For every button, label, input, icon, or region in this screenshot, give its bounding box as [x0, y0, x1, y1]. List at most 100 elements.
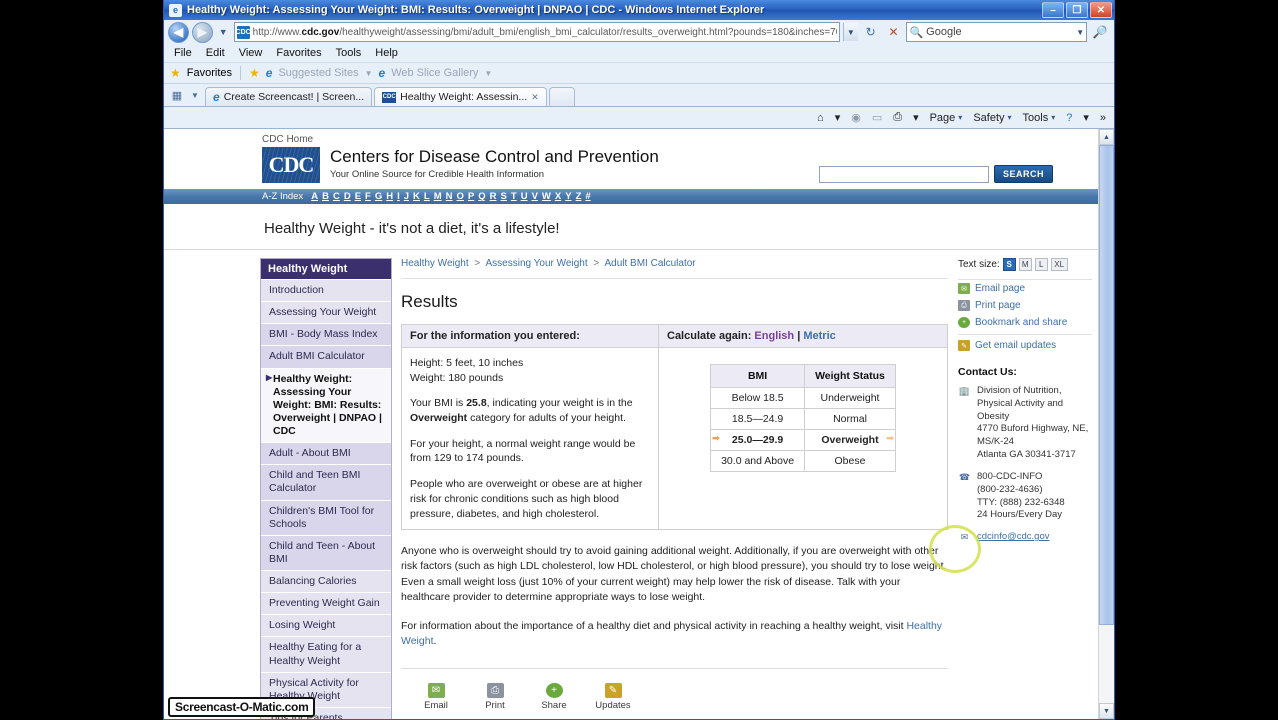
cdc-search-input[interactable] — [818, 165, 989, 183]
history-dropdown-icon[interactable]: ▼ — [216, 27, 231, 37]
stop-icon[interactable]: ✕ — [884, 22, 904, 42]
tab-screencast[interactable]: e Create Screencast! | Screen... — [205, 87, 373, 106]
menu-view[interactable]: View — [239, 47, 263, 59]
link-english[interactable]: English — [754, 330, 794, 342]
quick-tabs-icon[interactable]: ▦ — [169, 87, 185, 103]
scroll-track[interactable] — [1099, 145, 1114, 703]
sidebar-item-bmi-body-mass-index[interactable]: BMI - Body Mass Index — [261, 323, 391, 346]
feeds-icon[interactable]: ◉ — [847, 111, 865, 124]
tab-healthy-weight[interactable]: CDC Healthy Weight: Assessin... ✕ — [374, 87, 547, 106]
sidebar-item-losing-weight[interactable]: Losing Weight — [261, 614, 391, 637]
az-letter-s[interactable]: S — [501, 191, 507, 202]
sidebar-item-healthy-eating-for-a-healthy-weight[interactable]: Healthy Eating for a Healthy Weight — [261, 636, 391, 672]
add-favorite-icon[interactable]: ★ — [249, 66, 260, 80]
scroll-down-button[interactable]: ▼ — [1099, 703, 1114, 719]
az-letter-e[interactable]: E — [355, 191, 361, 202]
command-page[interactable]: Page ▾ — [926, 112, 967, 124]
search-dropdown-icon[interactable]: ▼ — [1076, 28, 1084, 37]
share-email[interactable]: ✉ Email — [415, 682, 457, 711]
suggested-sites-link[interactable]: Suggested Sites — [278, 67, 358, 79]
cdc-home-link[interactable]: CDC Home — [262, 134, 1098, 145]
az-letter-b[interactable]: B — [322, 191, 329, 202]
url-input[interactable]: CDC http://www.cdc.gov/healthyweight/ass… — [233, 22, 840, 42]
az-letter-h[interactable]: H — [386, 191, 393, 202]
sidebar-item-introduction[interactable]: Introduction — [261, 279, 391, 302]
az-letter-n[interactable]: N — [446, 191, 453, 202]
az-letter-z[interactable]: Z — [576, 191, 582, 202]
menu-edit[interactable]: Edit — [206, 47, 225, 59]
menu-favorites[interactable]: Favorites — [276, 47, 321, 59]
az-letter-r[interactable]: R — [490, 191, 497, 202]
sidebar-item-assessing-your-weight[interactable]: Assessing Your Weight — [261, 301, 391, 324]
tab-list-icon[interactable]: ▼ — [187, 87, 203, 103]
az-letter-f[interactable]: F — [365, 191, 371, 202]
az-letter-l[interactable]: L — [424, 191, 430, 202]
cdc-logo[interactable]: CDC — [262, 147, 320, 183]
breadcrumb-link-1[interactable]: Healthy Weight — [401, 258, 469, 269]
az-letter-v[interactable]: V — [532, 191, 538, 202]
email-updates-link[interactable]: ✎ Get email updates — [958, 334, 1092, 354]
az-letter-j[interactable]: J — [404, 191, 409, 202]
az-letter-o[interactable]: O — [457, 191, 464, 202]
page-scrollbar[interactable]: ▲ ▼ — [1098, 129, 1114, 719]
new-tab-button[interactable] — [548, 87, 575, 106]
text-size-xl[interactable]: XL — [1050, 258, 1068, 271]
sidebar-item-healthy-weight-assessing-your-weight-bmi[interactable]: ▶ Healthy Weight: Assessing Your Weight: … — [261, 367, 391, 443]
share-print[interactable]: ⎙ Print — [474, 682, 516, 711]
text-size-m[interactable]: M — [1018, 258, 1032, 271]
az-letter-t[interactable]: T — [511, 191, 517, 202]
share-share[interactable]: + Share — [533, 682, 575, 711]
sidebar-item-preventing-weight-gain[interactable]: Preventing Weight Gain — [261, 592, 391, 615]
print-page-link[interactable]: ⎙ Print page — [958, 297, 1092, 314]
close-button[interactable]: ✕ — [1090, 2, 1112, 18]
az-letter-c[interactable]: C — [333, 191, 340, 202]
sidebar-item-adult-about-bmi[interactable]: Adult - About BMI — [261, 442, 391, 465]
chevron-down-icon[interactable]: ▼ — [365, 69, 373, 78]
home-icon[interactable]: ⌂ — [813, 112, 828, 124]
sidebar-item-children-s-bmi-tool-for-schools[interactable]: Children's BMI Tool for Schools — [261, 499, 391, 535]
email-link[interactable]: cdcinfo@cdc.gov — [977, 531, 1049, 542]
read-mail-icon[interactable]: ▭ — [868, 111, 886, 124]
az-letter-#[interactable]: # — [585, 191, 590, 202]
print-dropdown-icon[interactable]: ▾ — [909, 111, 923, 124]
text-size-l[interactable]: L — [1034, 258, 1048, 271]
web-slice-gallery-link[interactable]: Web Slice Gallery — [391, 67, 478, 79]
az-letter-g[interactable]: G — [375, 191, 382, 202]
tab-close-icon[interactable]: ✕ — [531, 92, 539, 103]
az-letter-p[interactable]: P — [468, 191, 474, 202]
az-letter-w[interactable]: W — [542, 191, 551, 202]
home-dropdown-icon[interactable]: ▾ — [831, 111, 845, 124]
chevron-down-icon-2[interactable]: ▼ — [484, 69, 492, 78]
scroll-thumb[interactable] — [1099, 145, 1114, 625]
az-letter-a[interactable]: A — [311, 191, 318, 202]
overflow-icon[interactable]: » — [1096, 112, 1110, 124]
favorites-button[interactable]: Favorites — [187, 67, 232, 79]
maximize-button[interactable]: ❐ — [1066, 2, 1088, 18]
sidebar-item-balancing-calories[interactable]: Balancing Calories — [261, 570, 391, 593]
help-dropdown-icon[interactable]: ▾ — [1079, 111, 1093, 124]
email-page-link[interactable]: ✉ Email page — [958, 280, 1092, 297]
command-tools[interactable]: Tools ▾ — [1019, 112, 1060, 124]
browser-search-input[interactable]: 🔍 Google ▼ — [906, 22, 1088, 42]
az-letter-i[interactable]: I — [397, 191, 400, 202]
cdc-search-button[interactable]: SEARCH — [993, 165, 1053, 183]
menu-tools[interactable]: Tools — [336, 47, 362, 59]
az-letter-y[interactable]: Y — [565, 191, 571, 202]
az-letter-q[interactable]: Q — [478, 191, 485, 202]
breadcrumb-link-3[interactable]: Adult BMI Calculator — [604, 258, 695, 269]
az-letter-m[interactable]: M — [434, 191, 442, 202]
az-letter-d[interactable]: D — [344, 191, 351, 202]
bookmark-share-link[interactable]: + Bookmark and share — [958, 314, 1092, 331]
refresh-icon[interactable]: ↻ — [861, 22, 881, 42]
text-size-s[interactable]: S — [1002, 258, 1016, 271]
az-letter-u[interactable]: U — [521, 191, 528, 202]
print-icon[interactable]: ⎙ — [889, 111, 906, 124]
back-button[interactable]: ◀ — [168, 21, 189, 43]
share-updates[interactable]: ✎ Updates — [592, 682, 634, 711]
scroll-up-button[interactable]: ▲ — [1099, 129, 1114, 145]
help-icon[interactable]: ? — [1062, 112, 1076, 124]
minimize-button[interactable]: – — [1042, 2, 1064, 18]
az-letter-x[interactable]: X — [555, 191, 561, 202]
sidebar-item-child-and-teen-about-bmi[interactable]: Child and Teen - About BMI — [261, 534, 391, 570]
menu-help[interactable]: Help — [375, 47, 398, 59]
